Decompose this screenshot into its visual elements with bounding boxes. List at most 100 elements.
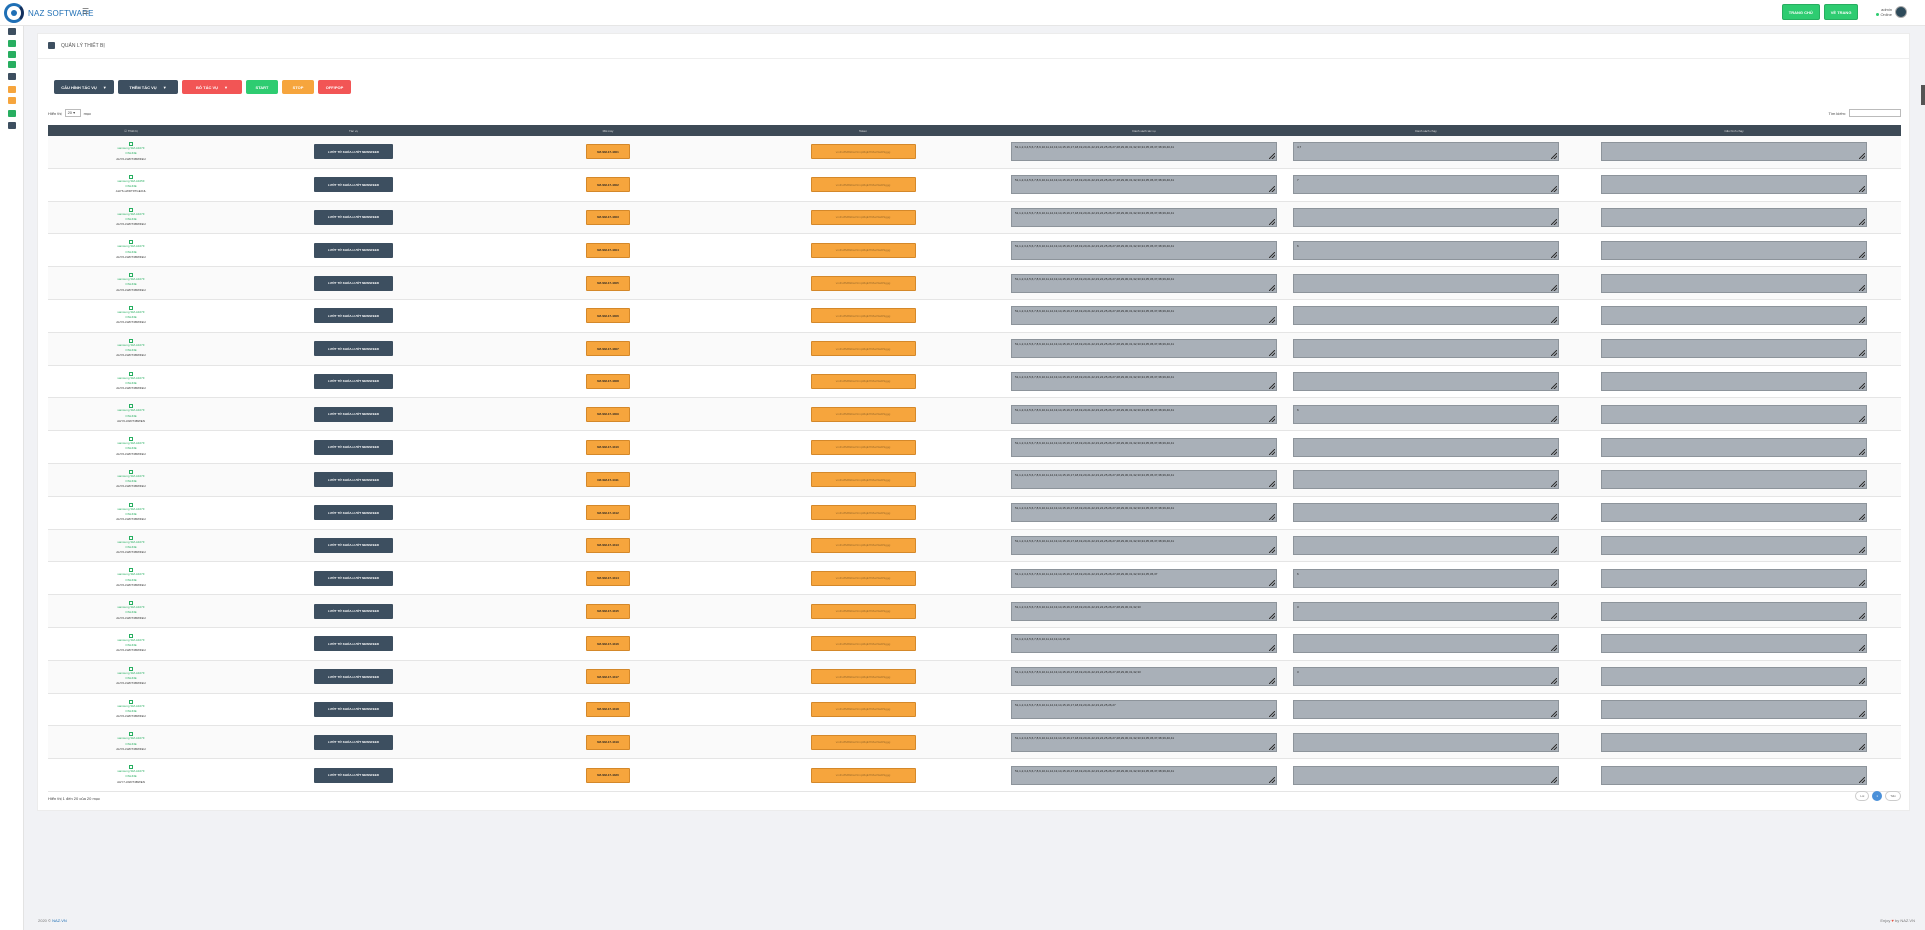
- start-button[interactable]: START: [246, 80, 278, 94]
- col-header-code[interactable]: Mã máy: [493, 125, 723, 136]
- run-list-textarea[interactable]: [1293, 339, 1559, 359]
- device-code-button[interactable]: NZ-SM-17-4418: [586, 701, 630, 717]
- task-list-textarea[interactable]: 51,1,2,3,4,5,6,7,8,9,10,11,12,13,14,15,1…: [1011, 535, 1277, 555]
- device-code-button[interactable]: NZ-SM-17-4415: [586, 603, 630, 619]
- task-list-textarea[interactable]: 51,1,2,3,4,5,6,7,8,9,10,11,12,13,14,15,1…: [1011, 339, 1277, 359]
- token-field[interactable]: vmFt-8MtWkwVzmpMqE7K8wr9wDSggg: [810, 275, 916, 291]
- device-code-button[interactable]: NZ-SM-17-4403: [586, 209, 630, 225]
- device-code-button[interactable]: NZ-SM-17-4419: [586, 734, 630, 750]
- run-config-textarea[interactable]: [1601, 535, 1867, 555]
- stop-button[interactable]: STOP: [282, 80, 314, 94]
- run-list-textarea[interactable]: [1293, 634, 1559, 654]
- device-code-button[interactable]: NZ-SM-17-4413: [586, 537, 630, 553]
- run-list-textarea[interactable]: 3: [1293, 667, 1559, 687]
- task-list-textarea[interactable]: 51,1,2,3,4,5,6,7,8,9,10,11,12,13,14,15,1…: [1011, 503, 1277, 523]
- device-code-button[interactable]: NZ-SM-17-4404: [586, 242, 630, 258]
- task-list-textarea[interactable]: 51,1,2,3,4,5,6,7,8,9,10,11,12,13,14,15,1…: [1011, 601, 1277, 621]
- token-field[interactable]: vmFt-8MtWkwVzmpMqE7K8wr9wDSggg: [810, 472, 916, 488]
- add-task-dropdown[interactable]: THÊM TÁC VỤ ▼: [118, 80, 178, 94]
- next-page-button[interactable]: Tiến: [1885, 791, 1901, 801]
- task-button[interactable]: LƯỚT TỚ KHÓA-LƯỚT NEWSFEED: [314, 209, 393, 225]
- run-config-textarea[interactable]: [1601, 667, 1867, 687]
- task-button[interactable]: LƯỚT TỚ KHÓA-LƯỚT NEWSFEED: [314, 373, 393, 389]
- device-code-button[interactable]: NZ-SM-17-4410: [586, 439, 630, 455]
- task-button[interactable]: LƯỚT TỚ KHÓA-LƯỚT NEWSFEED: [314, 308, 393, 324]
- task-button[interactable]: LƯỚT TỚ KHÓA-LƯỚT NEWSFEED: [314, 701, 393, 717]
- task-list-textarea[interactable]: 51,1,2,3,4,5,6,7,8,9,10,11,12,13,14,15,1…: [1011, 207, 1277, 227]
- run-list-textarea[interactable]: [1293, 306, 1559, 326]
- task-button[interactable]: LƯỚT TỚ KHÓA-LƯỚT NEWSFEED: [314, 669, 393, 685]
- run-config-textarea[interactable]: [1601, 601, 1867, 621]
- col-header-token[interactable]: Token: [723, 125, 1003, 136]
- run-list-textarea[interactable]: [1293, 535, 1559, 555]
- task-list-textarea[interactable]: 51,1,2,3,4,5,6,7,8,9,10,11,12,13,14,15,1…: [1011, 732, 1277, 752]
- sheet-icon[interactable]: [8, 40, 16, 47]
- run-config-textarea[interactable]: [1601, 404, 1867, 424]
- run-list-textarea[interactable]: 6: [1293, 568, 1559, 588]
- prev-page-button[interactable]: Lùi: [1855, 791, 1870, 801]
- task-button[interactable]: LƯỚT TỚ KHÓA-LƯỚT NEWSFEED: [314, 734, 393, 750]
- task-list-textarea[interactable]: 51,1,2,3,4,5,6,7,8,9,10,11,12,13,14,15,1…: [1011, 371, 1277, 391]
- device-code-button[interactable]: NZ-SM-17-4401: [586, 144, 630, 160]
- task-button[interactable]: LƯỚT TỚ KHÓA-LƯỚT NEWSFEED: [314, 570, 393, 586]
- off-pop-button[interactable]: OFF/POP: [318, 80, 351, 94]
- device-code-button[interactable]: NZ-SM-17-4405: [586, 275, 630, 291]
- token-field[interactable]: vmFt-8MtWkwVzmpMqE7K8wr9wDSggg: [810, 734, 916, 750]
- token-field[interactable]: vmFt-8MtWkwVzmpMqE7K8wr9wDSggg: [810, 669, 916, 685]
- user-icon[interactable]: [8, 86, 16, 93]
- run-config-textarea[interactable]: [1601, 699, 1867, 719]
- token-field[interactable]: vmFt-8MtWkwVzmpMqE7K8wr9wDSggg: [810, 439, 916, 455]
- col-header-run-config[interactable]: Cấu hình chạy: [1567, 125, 1901, 136]
- device-code-button[interactable]: NZ-SM-17-4414: [586, 570, 630, 586]
- token-field[interactable]: vmFt-8MtWkwVzmpMqE7K8wr9wDSggg: [810, 767, 916, 783]
- dashboard-icon[interactable]: [8, 28, 16, 35]
- device-code-button[interactable]: NZ-SM-17-4407: [586, 341, 630, 357]
- token-field[interactable]: vmFt-8MtWkwVzmpMqE7K8wr9wDSggg: [810, 570, 916, 586]
- run-config-textarea[interactable]: [1601, 765, 1867, 785]
- device-code-button[interactable]: NZ-SM-17-4402: [586, 177, 630, 193]
- task-list-textarea[interactable]: 51,1,2,3,4,5,6,7,8,9,10,11,12,13,14,15,1…: [1011, 667, 1277, 687]
- token-field[interactable]: vmFt-8MtWkwVzmpMqE7K8wr9wDSggg: [810, 636, 916, 652]
- run-list-textarea[interactable]: 7: [1293, 175, 1559, 195]
- device-code-button[interactable]: NZ-SM-17-4409: [586, 406, 630, 422]
- select-all-checkbox-icon[interactable]: ☑: [124, 129, 127, 133]
- task-list-textarea[interactable]: 51,1,2,3,4,5,6,7,8,9,10,11,12,13,14,15,1…: [1011, 437, 1277, 457]
- run-list-textarea[interactable]: [1293, 437, 1559, 457]
- run-config-textarea[interactable]: [1601, 437, 1867, 457]
- page-1-button[interactable]: 1: [1872, 791, 1883, 801]
- device-code-button[interactable]: NZ-SM-17-4408: [586, 373, 630, 389]
- run-list-textarea[interactable]: 6: [1293, 240, 1559, 260]
- token-field[interactable]: vmFt-8MtWkwVzmpMqE7K8wr9wDSggg: [810, 341, 916, 357]
- run-list-textarea[interactable]: 6: [1293, 404, 1559, 424]
- config-task-dropdown[interactable]: CẤU HÌNH TÁC VỤ ▼: [54, 80, 114, 94]
- monitor-icon[interactable]: [8, 122, 16, 129]
- task-list-textarea[interactable]: 51,1,2,3,4,5,6,7,8,9,10,11,12,13,14,15,1…: [1011, 306, 1277, 326]
- task-list-textarea[interactable]: 51,1,2,3,4,5,6,7,8,9,10,11,12,13,14,15,1…: [1011, 568, 1277, 588]
- task-list-textarea[interactable]: 51,1,2,3,4,5,6,7,8,9,10,11,12,13,14,15,1…: [1011, 765, 1277, 785]
- run-list-textarea[interactable]: [1293, 699, 1559, 719]
- token-field[interactable]: vmFt-8MtWkwVzmpMqE7K8wr9wDSggg: [810, 242, 916, 258]
- back-page-button[interactable]: VỀ TRANG: [1823, 4, 1859, 20]
- run-config-textarea[interactable]: [1601, 732, 1867, 752]
- task-button[interactable]: LƯỚT TỚ KHÓA-LƯỚT NEWSFEED: [314, 144, 393, 160]
- device-code-button[interactable]: NZ-SM-17-4412: [586, 505, 630, 521]
- hamburger-icon[interactable]: ☰: [82, 7, 89, 16]
- token-field[interactable]: vmFt-8MtWkwVzmpMqE7K8wr9wDSggg: [810, 308, 916, 324]
- task-button[interactable]: LƯỚT TỚ KHÓA-LƯỚT NEWSFEED: [314, 406, 393, 422]
- avatar[interactable]: [1895, 6, 1907, 18]
- run-list-textarea[interactable]: 3: [1293, 601, 1559, 621]
- user-menu[interactable]: admin Online: [1876, 6, 1907, 18]
- task-button[interactable]: LƯỚT TỚ KHÓA-LƯỚT NEWSFEED: [314, 537, 393, 553]
- token-field[interactable]: vmFt-8MtWkwVzmpMqE7K8wr9wDSggg: [810, 701, 916, 717]
- home-button[interactable]: TRANG CHỦ: [1781, 4, 1820, 20]
- run-list-textarea[interactable]: [1293, 470, 1559, 490]
- task-button[interactable]: LƯỚT TỚ KHÓA-LƯỚT NEWSFEED: [314, 505, 393, 521]
- token-field[interactable]: vmFt-8MtWkwVzmpMqE7K8wr9wDSggg: [810, 177, 916, 193]
- run-config-textarea[interactable]: [1601, 470, 1867, 490]
- run-config-textarea[interactable]: [1601, 175, 1867, 195]
- task-list-textarea[interactable]: 51,1,2,3,4,5,6,7,8,9,10,11,12,13,14,15,1…: [1011, 142, 1277, 162]
- run-config-textarea[interactable]: [1601, 273, 1867, 293]
- col-header-task-list[interactable]: Danh sách tác vụ: [1003, 125, 1285, 136]
- device-code-button[interactable]: NZ-SM-17-4411: [586, 472, 630, 488]
- page-length-select[interactable]: 20 ▾: [64, 109, 81, 117]
